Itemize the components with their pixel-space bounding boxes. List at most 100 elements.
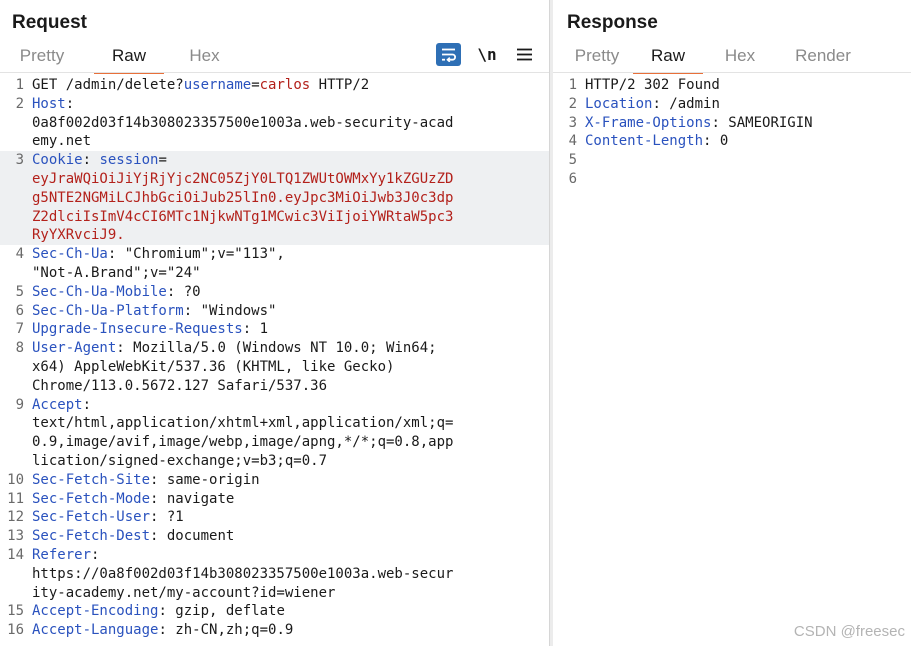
line-number: 14 [7, 546, 24, 563]
code-line: 10 Sec-Fetch-Site: same-origin [0, 471, 549, 490]
request-pane: Request Pretty Raw Hex \n 1 GET /admin/dele… [0, 0, 549, 646]
query-param-value: carlos [259, 77, 311, 93]
response-tab-pretty[interactable]: Pretty [573, 42, 621, 72]
header-value: gzip, deflate [175, 603, 285, 620]
request-tab-raw[interactable]: Raw [94, 42, 164, 74]
response-editor[interactable]: 1 HTTP/2 302 Found 2 Location: /admin 3 X-Fra… [553, 76, 911, 646]
header-value: 0a8f002d03f14b308023357500e1003a.web-sec… [32, 114, 454, 131]
header-name: Location [585, 95, 653, 112]
header-value: text/html,application/xhtml+xml,applicat… [32, 415, 454, 432]
visual-line: 0.9,image/avif,image/webp,image/apng,*/*… [32, 433, 549, 452]
visual-line [585, 151, 911, 170]
response-title: Response [567, 12, 658, 33]
visual-line: lication/signed-exchange;v=b3;q=0.7 [32, 452, 549, 471]
header-value: zh-CN,zh;q=0.9 [175, 622, 294, 639]
header-value: SAMEORIGIN [728, 114, 813, 131]
line-number: 3 [568, 114, 577, 131]
line-content: Referer: https://0a8f002d03f14b3080233575… [32, 546, 549, 602]
code-line: 12 Sec-Fetch-User: ?1 [0, 508, 549, 527]
line-number: 6 [568, 170, 577, 187]
header-name: Sec-Ch-Ua [32, 246, 108, 263]
line-content: Accept-Encoding: gzip, deflate [32, 602, 549, 621]
header-value: /admin [669, 95, 720, 112]
line-content: Sec-Fetch-Mode: navigate [32, 490, 549, 509]
header-value: x64) AppleWebKit/537.36 (KHTML, like Gec… [32, 358, 395, 375]
request-method: GET [32, 77, 58, 93]
line-content: Upgrade-Insecure-Requests: 1 [32, 320, 549, 339]
line-content: Accept: text/html,application/xhtml+xml,a… [32, 396, 549, 471]
line-number: 5 [568, 152, 577, 169]
code-line: 2 Location: /admin [553, 95, 911, 114]
request-editor[interactable]: 1 GET /admin/delete?username=carlos HTTP/… [0, 76, 549, 646]
menu-button[interactable] [512, 43, 536, 65]
cookie-value: Z2dlciIsImV4cCI6MTc1NjkwNTg1MCwic3ViIjoi… [32, 208, 454, 225]
code-line: 11 Sec-Fetch-Mode: navigate [0, 490, 549, 509]
header-value: ?0 [183, 283, 201, 300]
request-tab-hex[interactable]: Hex [182, 42, 227, 72]
header-name: Accept-Language [32, 622, 159, 639]
wrap-lines-button[interactable] [436, 43, 461, 66]
code-line: 2 Host: 0a8f002d03f14b308023357500e1003a.w… [0, 95, 549, 151]
code-line: 15 Accept-Encoding: gzip, deflate [0, 602, 549, 621]
code-line: 3 X-Frame-Options: SAMEORIGIN [553, 114, 911, 133]
visual-line: Sec-Ch-Ua: "Chromium";v="113", [32, 246, 285, 263]
response-tab-raw[interactable]: Raw [633, 42, 703, 74]
visual-line: Sec-Fetch-Site: same-origin [32, 471, 260, 488]
visual-line: HTTP/2 302 Found [585, 76, 911, 95]
visual-line: Sec-Ch-Ua-Mobile: ?0 [32, 283, 201, 300]
header-value: "Chromium";v="113", [124, 246, 285, 263]
header-name: X-Frame-Options [585, 114, 712, 131]
header-value: same-origin [166, 471, 260, 488]
code-line: 16 Accept-Language: zh-CN,zh;q=0.9 [0, 621, 549, 640]
visual-line: X-Frame-Options: SAMEORIGIN [585, 114, 813, 131]
response-tabbar-border [553, 72, 911, 73]
code-line: 3 Cookie: session= eyJraWQiOiJiYjRjYjc2NC0… [0, 151, 549, 246]
visual-line: Upgrade-Insecure-Requests: 1 [32, 321, 269, 338]
cookie-value: eyJraWQiOiJiYjRjYjc2NC05ZjY0LTQ1ZWUtOWMx… [32, 170, 454, 187]
line-content: Sec-Ch-Ua-Platform: "Windows" [32, 302, 549, 321]
header-name: Sec-Fetch-Dest [32, 528, 151, 545]
visual-line: Chrome/113.0.5672.127 Safari/537.36 [32, 377, 549, 396]
line-number: 1 [15, 77, 24, 93]
request-title: Request [12, 12, 87, 33]
request-tab-pretty[interactable]: Pretty [12, 42, 72, 72]
visual-line: Sec-Fetch-Mode: navigate [32, 490, 235, 507]
header-value: Mozilla/5.0 (Windows NT 10.0; Win64; [133, 340, 437, 357]
show-newlines-button[interactable]: \n [474, 43, 500, 65]
header-name: Cookie [32, 152, 83, 169]
visual-line: RyYXRvciJ9. [32, 226, 549, 245]
response-tab-render[interactable]: Render [793, 42, 853, 72]
line-content: Sec-Fetch-Dest: document [32, 527, 549, 546]
visual-line [585, 170, 911, 189]
line-content: Location: /admin [585, 95, 911, 114]
response-tab-hex[interactable]: Hex [717, 42, 763, 72]
line-number: 1 [568, 77, 577, 93]
visual-line: "Not-A.Brand";v="24" [32, 264, 549, 283]
header-value: https://0a8f002d03f14b308023357500e1003a… [32, 565, 454, 582]
visual-line: Content-Length: 0 [585, 133, 729, 150]
code-line: 1 HTTP/2 302 Found [553, 76, 911, 95]
wrap-lines-icon [442, 48, 456, 62]
code-line: 7 Upgrade-Insecure-Requests: 1 [0, 320, 549, 339]
header-name: Content-Length [585, 133, 704, 150]
line-number: 6 [15, 302, 24, 319]
line-content: Sec-Ch-Ua: "Chromium";v="113", "Not-A.Bra… [32, 245, 549, 283]
line-number: 11 [7, 490, 24, 507]
visual-line: 0a8f002d03f14b308023357500e1003a.web-sec… [32, 114, 549, 133]
code-line: 8 User-Agent: Mozilla/5.0 (Windows NT 10.… [0, 339, 549, 395]
line-number: 4 [15, 246, 24, 263]
visual-line: text/html,application/xhtml+xml,applicat… [32, 414, 549, 433]
request-path: /admin/delete? [65, 77, 184, 93]
code-line: 13 Sec-Fetch-Dest: document [0, 527, 549, 546]
header-name: Upgrade-Insecure-Requests [32, 321, 243, 338]
line-content: Sec-Fetch-User: ?1 [32, 508, 549, 527]
line-content: Sec-Fetch-Site: same-origin [32, 471, 549, 490]
line-content: Content-Length: 0 [585, 132, 911, 151]
response-tabs: Pretty Raw Hex Render [553, 42, 853, 74]
line-number: 7 [15, 321, 24, 338]
line-content: Cookie: session= eyJraWQiOiJiYjRjYjc2NC05… [32, 151, 549, 245]
header-value: "Not-A.Brand";v="24" [32, 264, 201, 281]
line-content [585, 151, 911, 170]
header-name: Referer [32, 546, 92, 563]
line-number: 4 [568, 133, 577, 150]
